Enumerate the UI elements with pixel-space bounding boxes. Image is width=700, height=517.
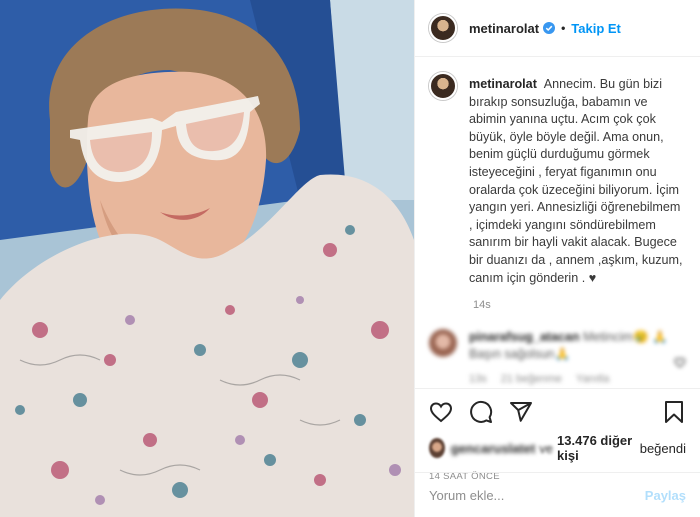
post-header: metinarolat • Takip Et xyxy=(415,0,700,57)
commenter-username[interactable]: pinarafsug_atacan xyxy=(469,330,579,344)
commenter-avatar[interactable] xyxy=(429,329,457,358)
post-sidebar: metinarolat • Takip Et metinarolat Annec… xyxy=(414,0,700,517)
header-separator: • xyxy=(561,21,566,35)
comment-time: 13s xyxy=(469,373,487,386)
likes-conjunction: ve xyxy=(539,440,554,456)
verified-icon xyxy=(543,22,556,34)
post-actions: gencaruslatet ve 13.476 diğer kişi beğen… xyxy=(415,388,700,482)
caption-avatar[interactable] xyxy=(429,72,457,100)
reply-button[interactable]: Yanıtla xyxy=(576,371,609,388)
post-photo[interactable] xyxy=(0,0,414,517)
caption-text: metinarolat Annecim. Bu gün bizi bırakıp… xyxy=(469,76,686,287)
comment-input[interactable] xyxy=(429,487,645,503)
caption-time: 14s xyxy=(473,299,491,312)
likes-suffix: beğendi xyxy=(639,440,686,456)
post-comment-button[interactable]: Paylaş xyxy=(645,488,686,503)
comment-box: Paylaş xyxy=(415,472,700,517)
likes-summary: gencaruslatet ve 13.476 diğer kişi beğen… xyxy=(429,433,686,463)
heart-icon[interactable] xyxy=(429,400,453,424)
comment-item: pinarafsug_atacan Metincim😢 🙏Başın sağol… xyxy=(429,329,686,388)
post-image xyxy=(0,0,414,517)
follow-button[interactable]: Takip Et xyxy=(571,21,621,36)
author-username[interactable]: metinarolat xyxy=(469,21,539,36)
likes-count[interactable]: 13.476 diğer kişi xyxy=(557,433,636,463)
caption-username[interactable]: metinarolat xyxy=(469,77,537,91)
comment-like-icon[interactable] xyxy=(674,337,686,388)
comments-area[interactable]: metinarolat Annecim. Bu gün bizi bırakıp… xyxy=(415,58,700,388)
caption-body: Annecim. Bu gün bizi bırakıp sonsuzluğa,… xyxy=(469,77,683,285)
share-icon[interactable] xyxy=(509,400,533,424)
comment-likes[interactable]: 21 beğenme xyxy=(501,371,562,388)
comment-icon[interactable] xyxy=(469,400,493,424)
caption: metinarolat Annecim. Bu gün bizi bırakıp… xyxy=(429,72,686,287)
author-avatar[interactable] xyxy=(429,14,457,42)
bookmark-icon[interactable] xyxy=(662,400,686,424)
liker-username[interactable]: gencaruslatet xyxy=(451,441,536,456)
liker-avatar[interactable] xyxy=(429,438,445,458)
